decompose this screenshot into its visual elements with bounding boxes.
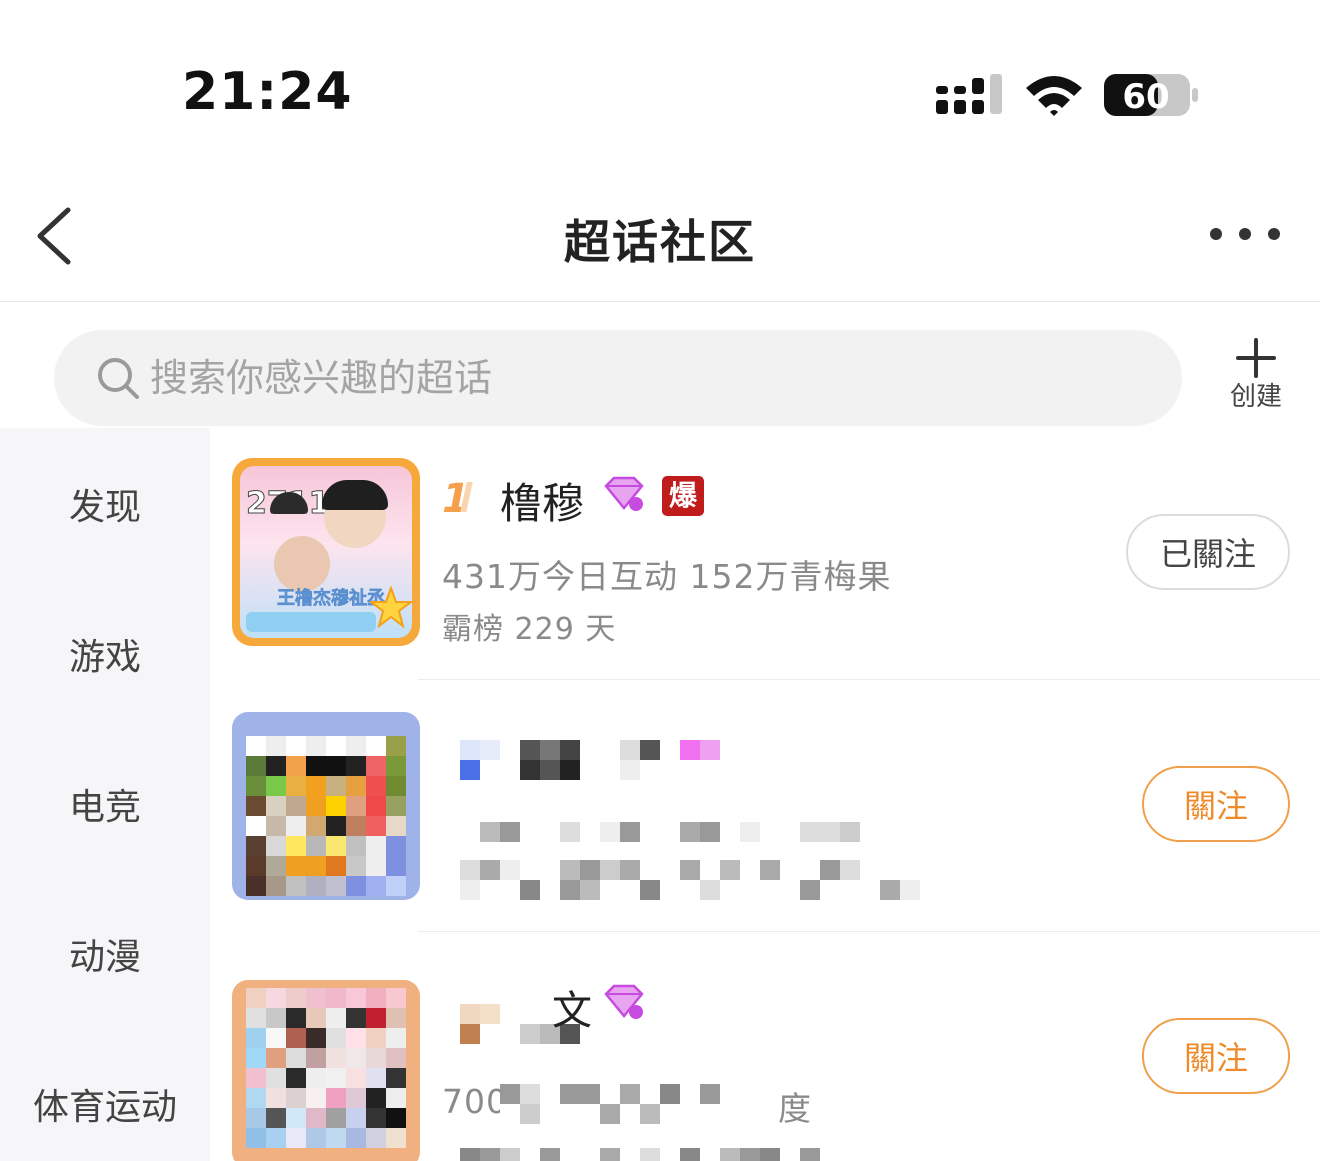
status-bar: 21:24 60 — [0, 0, 1320, 190]
hot-badge: 爆 — [662, 476, 704, 516]
list-item[interactable]: 2711 王橹杰穆祉丞 1 橹穆 爆 431万今日互动 152万青梅果 — [210, 428, 1320, 680]
diamond-level-icon — [604, 476, 644, 511]
search-icon — [98, 358, 139, 399]
rank-number-icon: 1 — [442, 476, 473, 516]
community-avatar: 2711 王橹杰穆祉丞 — [232, 458, 420, 646]
sidebar-item-sports[interactable]: 体育运动 — [0, 1078, 210, 1130]
create-label: 创建 — [1229, 382, 1282, 412]
community-streak-blurred — [460, 860, 860, 880]
follow-button[interactable]: 關注 — [1142, 766, 1290, 842]
wifi-icon — [1026, 76, 1082, 116]
sidebar-item-esports[interactable]: 电竞 — [0, 778, 210, 830]
sidebar-item-anime[interactable]: 动漫 — [0, 928, 210, 980]
star-icon — [370, 586, 412, 628]
community-stats-fragment: 700 — [442, 1082, 508, 1121]
community-name: 橹穆 — [500, 479, 585, 528]
list-item[interactable]: 關注 — [210, 680, 1320, 932]
battery-level: 60 — [1122, 77, 1169, 117]
more-options-icon[interactable] — [1206, 224, 1284, 244]
category-sidebar: 发现 游戏 电竞 动漫 体育运动 — [0, 428, 210, 1161]
diamond-level-icon — [604, 984, 644, 1019]
community-stats-blurred — [500, 1084, 720, 1104]
community-streak: 霸榜 229 天 — [442, 612, 617, 647]
plus-icon — [1236, 338, 1276, 378]
sidebar-item-discover[interactable]: 发现 — [0, 478, 210, 530]
search-bar[interactable] — [54, 330, 1182, 426]
community-name-blurred — [460, 740, 720, 760]
community-name-fragment: 文 — [552, 988, 592, 1034]
search-input[interactable] — [146, 330, 1146, 426]
community-stats-fragment: 度 — [778, 1089, 812, 1128]
community-avatar-blurred — [232, 712, 420, 900]
follow-button[interactable]: 關注 — [1142, 1018, 1290, 1094]
cellular-signal-icon — [936, 74, 1002, 114]
community-avatar-blurred — [232, 980, 420, 1161]
page-title: 超话社区 — [564, 215, 756, 269]
sidebar-item-games[interactable]: 游戏 — [0, 628, 210, 680]
create-button[interactable]: 创建 — [1216, 338, 1296, 418]
status-time: 21:24 — [182, 62, 353, 122]
battery-icon: 60 — [1104, 74, 1198, 117]
community-list: 2711 王橹杰穆祉丞 1 橹穆 爆 431万今日互动 152万青梅果 — [210, 428, 1320, 1161]
navigation-bar: 超话社区 — [0, 190, 1320, 302]
community-stats: 431万今日互动 152万青梅果 — [442, 557, 892, 596]
followed-button[interactable]: 已關注 — [1126, 514, 1290, 590]
community-streak-blurred — [460, 1148, 820, 1161]
community-stats-blurred — [480, 822, 860, 842]
list-item[interactable]: 文 700 度 關注 — [210, 932, 1320, 1161]
